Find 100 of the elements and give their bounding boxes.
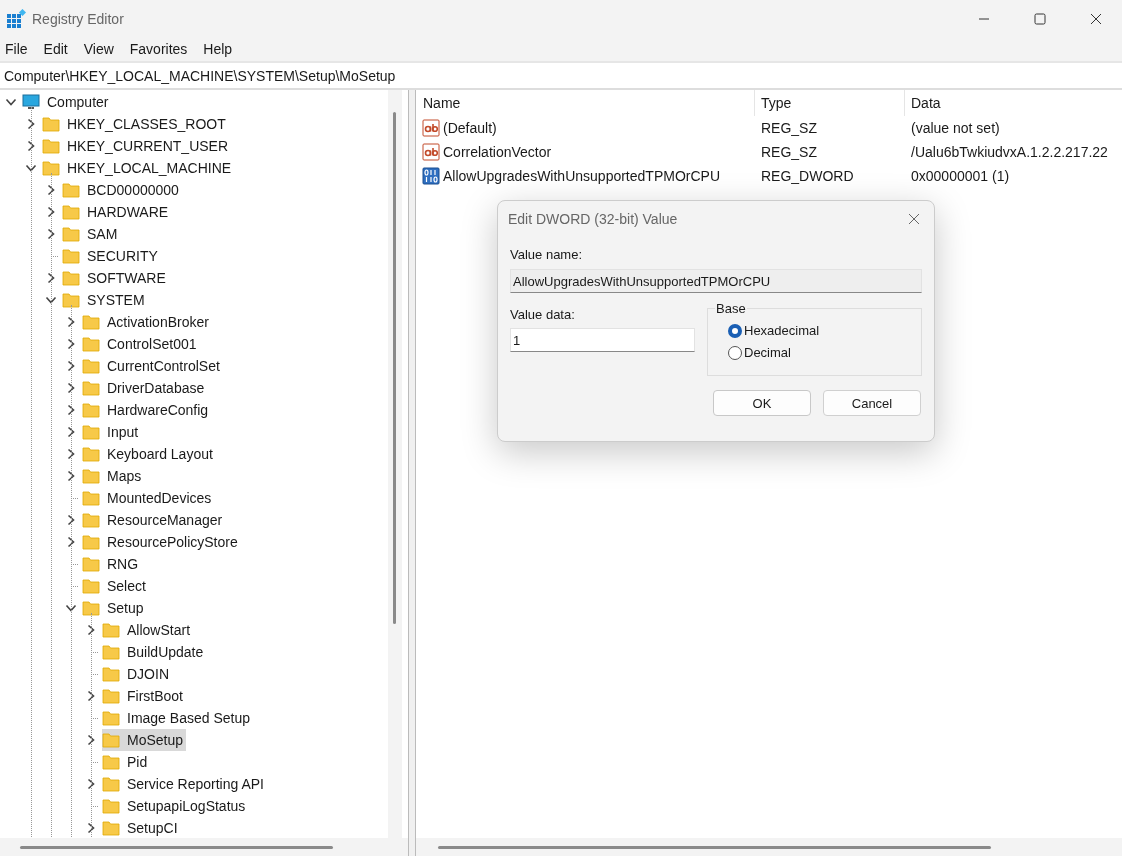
folder-icon [42,116,60,132]
scrollbar-thumb[interactable] [438,846,991,849]
scrollbar[interactable] [388,90,402,838]
field-label: Value data: [510,307,576,322]
folder-icon [82,578,100,594]
folder-icon [62,182,80,198]
folder-icon [42,160,60,176]
tree-item[interactable]: Setup [82,597,147,619]
tree-item[interactable]: BuildUpdate [102,641,207,663]
tree-item[interactable]: HKEY_CLASSES_ROOT [42,113,229,135]
close-icon[interactable] [1090,12,1102,25]
tree-item[interactable]: SYSTEM [62,289,148,311]
tree-item[interactable]: HKEY_CURRENT_USER [42,135,232,157]
tree-item[interactable]: ResourcePolicyStore [82,531,241,553]
value-type: REG_DWORD [760,168,855,184]
close-icon[interactable] [908,213,920,225]
tree-item[interactable]: ResourceManager [82,509,226,531]
window-title: Registry Editor [32,10,124,27]
tree-item[interactable]: SetupCI [102,817,181,838]
folder-icon [82,380,100,396]
folder-icon [82,468,100,484]
tree-item[interactable]: RNG [82,553,142,575]
folder-icon [102,732,120,748]
tree-item[interactable]: Maps [82,465,145,487]
folder-icon [102,644,120,660]
radio-button[interactable] [728,345,742,360]
folder-icon [102,820,120,836]
folder-icon [102,688,120,704]
folder-icon [82,402,100,418]
tree-item[interactable]: MountedDevices [82,487,215,509]
radio-button[interactable] [728,323,742,338]
address-field[interactable]: Computer\HKEY_LOCAL_MACHINE\SYSTEM\Setup\MoSetup [0,61,1122,90]
value-type: REG_SZ [760,120,818,136]
tree-item[interactable]: SECURITY [62,245,161,267]
tree-item[interactable]: Keyboard Layout [82,443,216,465]
folder-icon [82,358,100,374]
tree-item[interactable]: HKEY_LOCAL_MACHINE [42,157,235,179]
folder-icon [82,446,100,462]
tree-item[interactable]: AllowStart [102,619,194,641]
folder-icon [62,204,80,220]
value-data: 0x00000001 (1) [910,168,1011,184]
folder-icon [102,754,120,770]
folder-icon [102,710,120,726]
tree-item[interactable]: Input [82,421,142,443]
folder-icon [82,534,100,550]
tree-item[interactable]: Service Reporting API [102,773,267,795]
tree-item[interactable]: ActivationBroker [82,311,212,333]
menu-item[interactable]: Help [203,41,233,57]
tree-item[interactable]: Image Based Setup [102,707,253,729]
menu-item[interactable]: View [83,41,114,57]
ok-button[interactable]: OK [713,390,811,416]
menu-item[interactable]: Favorites [129,41,188,57]
tree-item[interactable]: HardwareConfig [82,399,212,421]
scrollbar-thumb[interactable] [393,112,396,624]
tree-item[interactable]: MoSetup [102,729,187,751]
column-header[interactable]: Name [416,90,755,116]
tree-item[interactable]: Computer [22,91,112,113]
string-value-icon [422,119,440,137]
folder-icon [62,226,80,242]
tree-item[interactable]: SetupapiLogStatus [102,795,249,817]
tree-item[interactable]: ControlSet001 [82,333,200,355]
column-header[interactable]: Data [905,90,1122,116]
tree-item[interactable]: Pid [102,751,151,773]
tree-item[interactable]: SOFTWARE [62,267,169,289]
folder-icon [82,336,100,352]
menu-item[interactable]: Edit [43,41,68,57]
radio-option[interactable]: Decimal [728,345,921,360]
value-data: /Ualu6bTwkiudvxA.1.2.2.217.22 [910,144,1109,160]
scrollbar-thumb[interactable] [20,846,333,849]
tree-item[interactable]: FirstBoot [102,685,186,707]
value-type: REG_SZ [760,144,818,160]
menu-item[interactable]: File [5,41,28,57]
folder-icon [82,600,100,616]
tree-item[interactable]: BCD00000000 [62,179,182,201]
column-header[interactable]: Type [755,90,905,116]
radio-option[interactable]: Hexadecimal [728,323,921,338]
tree-item[interactable]: DriverDatabase [82,377,208,399]
grid-icon [6,8,26,29]
string-value-icon [422,143,440,161]
folder-icon [62,270,80,286]
tree-item[interactable]: Select [82,575,149,597]
folder-icon [102,798,120,814]
value-name[interactable]: (Default) [443,120,497,136]
value-name[interactable]: AllowUpgradesWithUnsupportedTPMOrCPU [443,168,720,184]
tree-item[interactable]: SAM [62,223,121,245]
value-name[interactable]: CorrelationVector [443,144,552,160]
tree-item[interactable]: CurrentControlSet [82,355,223,377]
dialog-title: Edit DWORD (32-bit) Value [508,211,678,227]
scrollbar[interactable] [0,838,408,856]
maximize-icon[interactable] [1034,12,1046,25]
folder-icon [102,776,120,792]
folder-icon [82,424,100,440]
cancel-button[interactable]: Cancel [823,390,921,416]
tree-item[interactable]: HARDWARE [62,201,172,223]
value-data-field[interactable]: 1 [510,328,695,352]
tree-item[interactable]: DJOIN [102,663,172,685]
scrollbar[interactable] [416,838,1122,856]
value-name-field[interactable]: AllowUpgradesWithUnsupportedTPMOrCPU [510,269,922,293]
monitor-icon [22,93,40,111]
group-label: Base [715,301,747,316]
